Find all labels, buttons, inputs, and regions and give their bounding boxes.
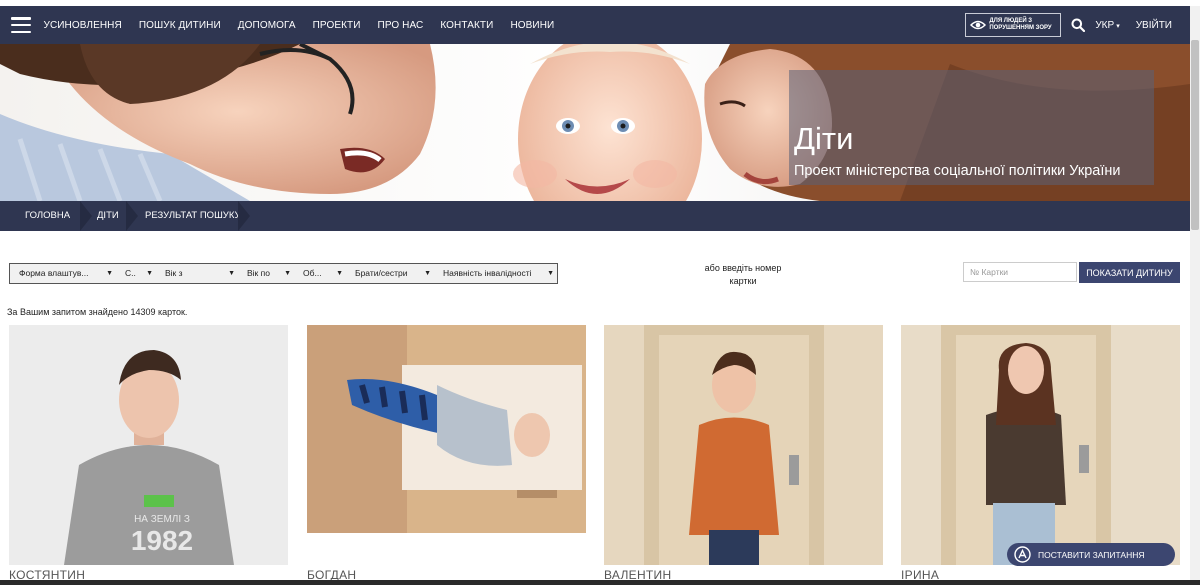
filter-label: Об...: [303, 268, 322, 278]
nav-item-contacts[interactable]: Контакти: [432, 20, 502, 31]
child-photo: [901, 325, 1180, 565]
eye-icon: [970, 20, 987, 30]
filter-label: Форма влаштув...: [19, 268, 89, 278]
bottom-strip: [0, 580, 1200, 585]
filter-sex[interactable]: С.. ▼: [116, 264, 156, 283]
breadcrumb-children[interactable]: Діти: [97, 201, 119, 231]
child-card-photo[interactable]: НА ЗЕМЛІ З 1982: [9, 325, 288, 565]
nav-item-adoption[interactable]: Усиновлення: [35, 20, 130, 31]
filter-label: Наявність інвалідності: [443, 268, 532, 278]
child-photo: [307, 325, 586, 533]
caret-down-icon: ▾: [1116, 22, 1120, 30]
filter-age-from[interactable]: Вік з ▼: [156, 264, 238, 283]
ask-question-button[interactable]: Поставити запитання: [1007, 543, 1175, 566]
language-label: УКР: [1095, 19, 1115, 31]
login-link[interactable]: Увійти: [1136, 20, 1172, 31]
filter-label: С..: [125, 268, 136, 278]
scrollbar-thumb[interactable]: [1191, 40, 1199, 230]
nav-item-about[interactable]: Про нас: [369, 20, 432, 31]
chevron-down-icon: ▼: [284, 270, 291, 277]
chevron-down-icon: ▼: [336, 270, 343, 277]
child-card-photo[interactable]: [307, 325, 586, 533]
shirt-print-year: 1982: [131, 525, 193, 556]
chevron-down-icon: ▼: [547, 270, 554, 277]
nav-item-help[interactable]: Допомога: [229, 20, 304, 31]
breadcrumb-home[interactable]: Головна: [25, 201, 70, 231]
main-menu: Усиновлення Пошук дитини Допомога Проект…: [35, 20, 563, 31]
vision-label-line2: порушенням зору: [989, 25, 1052, 31]
ask-question-label: Поставити запитання: [1038, 549, 1145, 560]
chevron-down-icon: ▼: [106, 270, 113, 277]
vision-label-line1: Для людей з: [989, 18, 1033, 24]
chat-badge-icon: [1014, 546, 1031, 563]
top-navbar: Усиновлення Пошук дитини Допомога Проект…: [0, 6, 1190, 44]
child-card-photo[interactable]: [604, 325, 883, 565]
breadcrumb-separator-icon: [126, 201, 138, 231]
nav-item-projects[interactable]: Проекти: [304, 20, 369, 31]
filter-label: Брати/сестри: [355, 268, 408, 278]
result-count: За Вашим запитом знайдено 14309 карток.: [7, 307, 188, 317]
card-number-input[interactable]: [963, 262, 1077, 282]
card-number-hint: або введіть номер картки: [704, 263, 782, 286]
filter-disability[interactable]: Наявність інвалідності ▼: [434, 264, 557, 283]
chevron-down-icon: ▼: [146, 270, 153, 277]
shirt-print-text: НА ЗЕМЛІ З: [134, 514, 190, 525]
hamburger-menu-icon[interactable]: [11, 17, 31, 33]
breadcrumb-separator-icon: [238, 201, 250, 231]
filter-label: Вік по: [247, 268, 270, 278]
filter-siblings[interactable]: Брати/сестри ▼: [346, 264, 434, 283]
breadcrumb: Головна Діти Результат пошуку: [0, 201, 1190, 231]
filter-region[interactable]: Об... ▼: [294, 264, 346, 283]
child-photo: [604, 325, 883, 565]
nav-item-child-search[interactable]: Пошук дитини: [130, 20, 229, 31]
filter-label: Вік з: [165, 268, 183, 278]
search-filters: Форма влаштув... ▼ С.. ▼ Вік з ▼ Вік по ▼ Об…: [9, 263, 558, 284]
visually-impaired-button[interactable]: Для людей з порушенням зору: [965, 13, 1062, 37]
hero-title: Діти: [794, 121, 854, 156]
filter-placement-form[interactable]: Форма влаштув... ▼: [10, 264, 116, 283]
nav-item-news[interactable]: Новини: [502, 20, 563, 31]
child-card-photo[interactable]: [901, 325, 1180, 565]
language-selector[interactable]: УКР ▾: [1095, 20, 1119, 31]
child-photo: НА ЗЕМЛІ З 1982: [9, 325, 288, 565]
hero-subtitle: Проект міністерства соціальної політики …: [794, 163, 1121, 179]
search-icon[interactable]: [1071, 18, 1086, 32]
breadcrumb-current: Результат пошуку: [145, 210, 241, 221]
show-child-button[interactable]: Показати дитину: [1079, 262, 1180, 283]
chevron-down-icon: ▼: [424, 270, 431, 277]
filter-age-to[interactable]: Вік по ▼: [238, 264, 294, 283]
chevron-down-icon: ▼: [228, 270, 235, 277]
breadcrumb-separator-icon: [80, 201, 92, 231]
